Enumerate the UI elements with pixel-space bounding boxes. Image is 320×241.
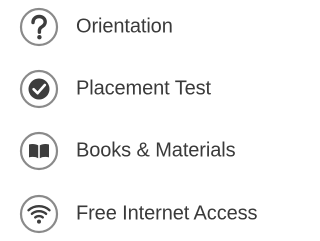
- feature-item-internet-access: Free Internet Access: [19, 194, 294, 234]
- feature-list: Orientation Placement Test Books & Mater…: [0, 0, 299, 241]
- feature-item-books-materials: Books & Materials: [19, 131, 294, 171]
- checkmark-icon: [19, 69, 59, 109]
- feature-item-orientation: Orientation: [19, 7, 294, 47]
- question-icon: [19, 7, 59, 47]
- feature-item-placement-test: Placement Test: [19, 69, 294, 109]
- wifi-icon: [19, 194, 59, 234]
- feature-label: Books & Materials: [76, 139, 236, 162]
- feature-label: Orientation: [76, 15, 173, 38]
- feature-label: Placement Test: [76, 77, 211, 100]
- feature-label: Free Internet Access: [76, 202, 258, 225]
- book-icon: [19, 131, 59, 171]
